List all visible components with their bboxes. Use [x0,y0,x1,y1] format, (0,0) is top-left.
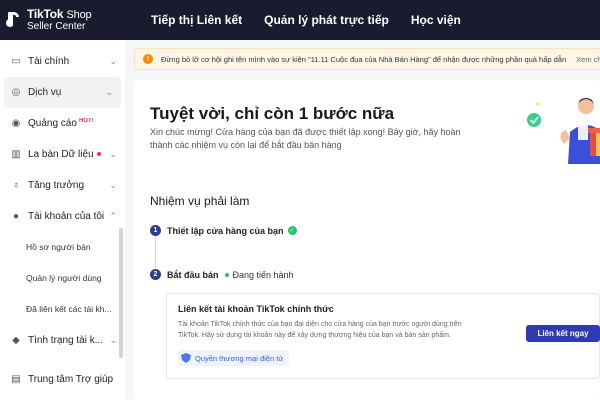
wallet-icon: ▭ [11,56,21,67]
step-status: Đang tiến hành [232,269,294,280]
task-title: Liên kết tài khoản TikTok chính thức [178,304,334,314]
step-setup-store: 1 Thiết lập cửa hàng của bạn ✓ [150,225,297,236]
link-now-button[interactable]: Liên kết ngay [526,325,600,342]
chevron-up-icon: ⌃ [109,211,117,221]
step-label: Thiết lập cửa hàng của bạn [167,225,284,236]
page-description: Xin chúc mừng! Cửa hàng của bạn đã được … [150,127,461,150]
announcement-banner: ! Đừng bỏ lỡ cơ hội ghi tên mình vào sự … [134,48,600,70]
sidebar-subitem-linked-accounts[interactable]: Đã liên kết các tài kh... [0,294,125,325]
sidebar: ▭ Tài chính ⌄ ◎ Dịch vụ ⌄ ◉ Quảng cáo HOT… [0,40,125,400]
tiktok-shop-logo[interactable]: TikTok Shop Seller Center [0,6,135,32]
step-connector [155,236,156,268]
chevron-down-icon: ⌄ [109,335,117,345]
chevron-down-icon: ⌄ [109,56,117,66]
sidebar-item-label: Tài khoản của tôi [28,211,105,222]
growth-icon: ♁ [12,180,20,191]
ecommerce-permission-tag: Quyền thương mại điện tử [178,350,290,366]
ads-icon: ◉ [11,118,21,129]
step-number: 2 [150,269,161,280]
compass-icon: ▥ [11,149,21,160]
nav-academy[interactable]: Học viện [411,13,461,27]
sidebar-item-my-account[interactable]: ● Tài khoản của tôi ⌃ [0,201,125,232]
sidebar-item-label: Tài chính [28,56,70,67]
user-icon: ● [12,211,20,222]
status-dot-icon [224,272,229,277]
sidebar-item-label: La bàn Dữ liệu [28,149,109,160]
banner-link[interactable]: Xem chi [576,55,600,64]
sidebar-scrollbar[interactable] [119,228,123,358]
sidebar-item-label: Trung tâm Trợ giúp [28,374,114,385]
step-start-selling: 2 Bắt đầu bán Đang tiến hành [150,269,294,280]
tiktok-logo-icon [4,10,24,30]
sidebar-subitem-seller-profile[interactable]: Hồ sơ người bán [0,232,125,263]
brand-suffix: Shop [66,8,92,21]
sidebar-item-growth[interactable]: ♁ Tăng trưởng ⌄ [0,170,125,201]
notification-dot [96,152,101,157]
shield-icon [181,353,191,363]
brand-subtitle: Seller Center [27,20,86,32]
nav-affiliate-marketing[interactable]: Tiếp thị Liên kết [151,13,242,27]
top-bar: TikTok Shop Seller Center Tiếp thị Liên … [0,0,600,40]
celebration-illustration [527,98,600,164]
brand-name: TikTok [27,6,64,21]
sidebar-item-label: Quảng cáo HOT! [28,118,94,129]
sidebar-item-ads[interactable]: ◉ Quảng cáo HOT! [0,108,125,139]
sidebar-item-label: Tình trạng tài k... [28,335,104,346]
chevron-down-icon: ⌄ [109,149,117,159]
top-nav: Tiếp thị Liên kết Quản lý phát trực tiếp… [151,13,461,27]
hot-badge: HOT! [78,118,94,124]
globe-icon: ◎ [11,87,21,98]
sidebar-item-account-health[interactable]: ◆ Tình trạng tài k... ⌄ [0,325,125,356]
banner-text: Đừng bỏ lỡ cơ hội ghi tên mình vào sự ki… [161,54,567,64]
page-title: Tuyệt vời, chỉ còn 1 bước nữa [150,104,395,123]
check-icon: ✓ [287,226,297,235]
sidebar-item-label: Dịch vụ [28,87,62,98]
nav-live-management[interactable]: Quản lý phát trực tiếp [264,13,389,27]
onboarding-card: Tuyệt vời, chỉ còn 1 bước nữa Xin chúc m… [134,80,600,400]
sidebar-item-finance[interactable]: ▭ Tài chính ⌄ [0,46,125,77]
task-description: Tài khoản TikTok chính thức của bạn đại … [178,321,462,339]
sidebar-subitem-user-management[interactable]: Quản lý người dùng [0,263,125,294]
tag-label: Quyền thương mại điện tử [195,353,284,363]
step-number: 1 [150,225,161,236]
section-title: Nhiệm vụ phải làm [150,194,250,208]
sidebar-item-services[interactable]: ◎ Dịch vụ ⌄ [4,77,121,108]
chevron-down-icon: ⌄ [109,180,117,190]
sidebar-item-data-compass[interactable]: ▥ La bàn Dữ liệu ⌄ [0,139,125,170]
chevron-down-icon: ⌄ [105,87,113,97]
step-label: Bắt đầu bán [167,269,219,280]
warning-icon: ! [143,54,153,64]
help-icon: ▤ [11,374,21,385]
status-icon: ◆ [12,335,20,346]
sidebar-item-label: Tăng trưởng [28,180,85,191]
sidebar-item-help-center[interactable]: ▤ Trung tâm Trợ giúp [0,364,125,395]
